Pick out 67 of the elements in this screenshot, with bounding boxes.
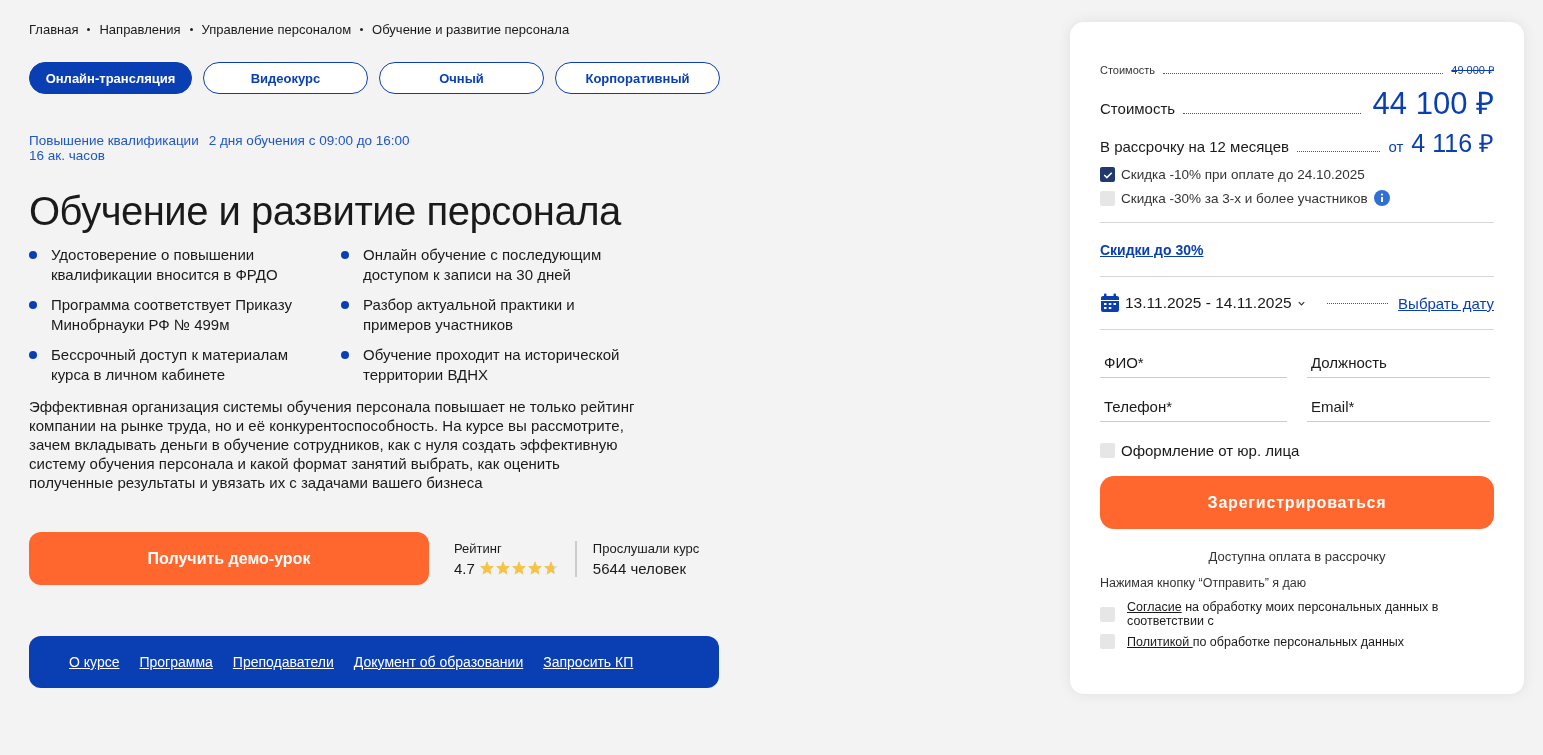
bullet-dot xyxy=(341,301,349,309)
course-hours: 16 ак. часов xyxy=(29,148,105,163)
input-field[interactable]: Телефон* xyxy=(1100,390,1287,422)
legal-entity-label: Оформление от юр. лица xyxy=(1121,442,1300,459)
course-type: Повышение квалификации xyxy=(29,133,199,148)
discounts-link[interactable]: Скидки до 30% xyxy=(1100,239,1204,260)
bullet-dot xyxy=(29,351,37,359)
section-link[interactable]: Преподаватели xyxy=(232,654,334,670)
consent-checkbox[interactable] xyxy=(1100,634,1115,649)
listeners-label: Прослушали курс xyxy=(592,540,700,556)
consent-link[interactable]: Согласие xyxy=(1127,600,1182,614)
discount-label: Скидка -10% при оплате до 24.10.2025 xyxy=(1121,167,1365,182)
discount-checkbox[interactable] xyxy=(1100,167,1115,182)
feature-text: Программа соответствует Приказу Минобрнауки РФ № 499м xyxy=(51,295,293,335)
section-link[interactable]: Запросить КП xyxy=(543,654,634,670)
listeners-count: 5644 человек xyxy=(592,559,688,577)
installment-note: Доступна оплата в рассрочку xyxy=(1207,549,1387,564)
input-field[interactable]: ФИО* xyxy=(1100,346,1287,378)
consent-intro: Нажимая кнопку “Отправить” я даю xyxy=(1100,576,1308,590)
separator-dot xyxy=(189,28,193,31)
choose-date-link[interactable]: Выбрать дату xyxy=(1398,294,1494,312)
input-field[interactable]: Должность xyxy=(1307,346,1490,378)
installment-label: В рассрочку на 12 месяцев xyxy=(1100,138,1290,155)
format-tab[interactable]: Корпоративный xyxy=(555,62,720,94)
format-tab[interactable]: Очный xyxy=(379,62,544,94)
price: 44 100 ₽ xyxy=(1372,85,1494,123)
info-icon[interactable] xyxy=(1373,190,1390,206)
consent-text: Политикой по обработке персональных данных xyxy=(1127,634,1405,649)
breadcrumb-link[interactable]: Направления xyxy=(99,22,181,37)
feature-text: Удостоверение о повышении квалификации вносится в ФРДО xyxy=(51,245,279,285)
consent-link[interactable]: Политикой xyxy=(1127,634,1193,649)
feature-text: Обучение проходит на исторической территории ВДНХ xyxy=(363,345,621,385)
installment-prefix: от xyxy=(1388,138,1404,155)
bullet-dot xyxy=(341,351,349,359)
input-field[interactable]: Email* xyxy=(1307,390,1490,422)
breadcrumb-link[interactable]: Обучение и развитие персонала xyxy=(372,22,570,37)
consent-checkbox[interactable] xyxy=(1100,606,1115,622)
consent-text: Согласие на обработку моих персональных данных в соответствии с xyxy=(1127,600,1440,628)
rating-value: 4.7 xyxy=(454,559,475,577)
format-tab[interactable]: Онлайн-трансляция xyxy=(29,62,192,94)
breadcrumb-link[interactable]: Главная xyxy=(29,22,79,37)
calendar-icon xyxy=(1100,293,1120,313)
installment-price: 4 116 ₽ xyxy=(1411,128,1494,159)
separator-dot xyxy=(360,28,364,31)
feature-text: Онлайн обучение с последующим доступом к записи на 30 дней xyxy=(363,245,603,285)
section-link[interactable]: Программа xyxy=(139,654,213,670)
discount-checkbox[interactable] xyxy=(1100,190,1115,206)
breadcrumb-link[interactable]: Управление персоналом xyxy=(201,22,352,37)
course-description: Эффективная организация системы обучения персонала повышает не только рейтинг компании на рынке труда, но и её конкурентоспособность. На курсе вы рассмотрите, зачем вкладывать деньги в обучение сотрудников, как с нуля создать эффективную систему обучения персонала и какой формат занятий выбрать, как оценить полученные результаты и увязать их с задачами вашего бизнеса xyxy=(29,397,636,492)
bullet-dot xyxy=(29,301,37,309)
rating-label: Рейтинг xyxy=(454,540,503,556)
course-title: Обучение и развитие персонала xyxy=(29,188,623,235)
discount-label: Скидка -30% за 3-х и более участников xyxy=(1121,190,1368,206)
price-label: Стоимость xyxy=(1100,100,1176,117)
legal-entity-checkbox[interactable] xyxy=(1100,443,1115,458)
feature-text: Бессрочный доступ к материалам курса в личном кабинете xyxy=(51,345,289,385)
bullet-dot xyxy=(29,251,37,259)
section-link[interactable]: Документ об образовании xyxy=(353,654,524,670)
section-link[interactable]: О курсе xyxy=(69,654,120,670)
old-price-label: Стоимость xyxy=(1100,64,1156,76)
old-price: 49 000 ₽ xyxy=(1451,63,1494,77)
bullet-dot xyxy=(341,251,349,259)
separator-dot xyxy=(87,28,91,31)
date-range[interactable]: 13.11.2025 - 14.11.2025 xyxy=(1125,294,1292,312)
format-tab[interactable]: Видеокурс xyxy=(203,62,368,94)
course-schedule: 2 дня обучения с 09:00 до 16:00 xyxy=(208,133,410,148)
feature-text: Разбор актуальной практики и примеров участников xyxy=(363,295,576,335)
